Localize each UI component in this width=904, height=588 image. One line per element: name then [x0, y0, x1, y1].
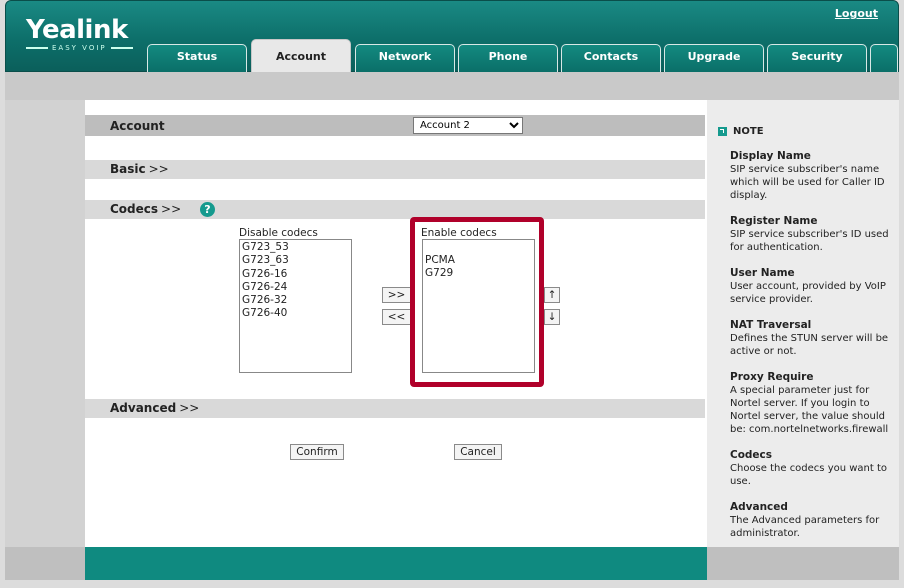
add-codec-button[interactable]: >> — [382, 287, 411, 303]
note-item: Display Name SIP service subscriber's nam… — [730, 150, 892, 202]
note-item-text: The Advanced parameters for administrato… — [730, 515, 880, 539]
note-panel: NOTE Display Name SIP service subscriber'… — [707, 100, 899, 547]
note-arrow-icon — [718, 127, 727, 136]
advanced-expand-arrow: >> — [179, 401, 200, 415]
basic-label: Basic — [110, 162, 146, 176]
confirm-button[interactable]: Confirm — [290, 444, 344, 460]
note-items: Display Name SIP service subscriber's nam… — [719, 150, 899, 540]
note-item-title: Register Name — [730, 215, 818, 227]
note-item-title: Display Name — [730, 150, 811, 162]
disabled-codec-item[interactable]: G726-32 — [242, 294, 349, 307]
enabled-codec-item[interactable]: PCMA — [425, 254, 532, 267]
note-item-text: SIP service subscriber's name which will… — [730, 164, 885, 201]
section-codecs[interactable]: Codecs >> — [85, 200, 705, 219]
note-item-title: NAT Traversal — [730, 319, 812, 331]
disabled-codec-item[interactable]: G726-40 — [242, 307, 349, 320]
disabled-codec-item[interactable]: G726-24 — [242, 281, 349, 294]
note-item: Proxy Require A special parameter just fo… — [730, 371, 892, 436]
cancel-button[interactable]: Cancel — [454, 444, 502, 460]
note-item: Advanced The Advanced parameters for admi… — [730, 501, 892, 540]
disabled-codec-item[interactable]: G723_63 — [242, 254, 349, 267]
footer-teal-strip — [85, 547, 707, 580]
tab-overflow-edge — [870, 44, 898, 73]
enabled-codec-item[interactable]: G729 — [425, 267, 532, 280]
tab-account[interactable]: Account — [251, 39, 351, 73]
account-label: Account — [110, 119, 165, 133]
tab-phone[interactable]: Phone — [458, 44, 558, 73]
disabled-codecs-list[interactable]: G723_53 G723_63 G726-16 G726-24 G726-32 G726-… — [239, 239, 352, 373]
left-gutter — [5, 100, 85, 547]
note-heading-text: NOTE — [733, 126, 764, 137]
tab-contacts[interactable]: Contacts — [561, 44, 661, 73]
disabled-codec-item[interactable]: G723_53 — [242, 241, 349, 254]
tab-upgrade[interactable]: Upgrade — [664, 44, 764, 73]
account-select[interactable]: Account 2 — [413, 117, 523, 134]
main-content: Account Account 2 Basic >> Codecs >> ? Dis… — [85, 100, 707, 547]
note-item: User Name User account, provided by VoIP … — [730, 267, 892, 306]
logout-link[interactable]: Logout — [835, 7, 878, 20]
basic-expand-arrow: >> — [148, 162, 169, 176]
note-heading: NOTE — [718, 126, 899, 137]
header-bar: Yealink EASY VOIP Logout Status Account … — [5, 0, 899, 73]
note-item: Register Name SIP service subscriber's ID… — [730, 215, 892, 254]
help-icon[interactable]: ? — [200, 202, 215, 217]
advanced-label: Advanced — [110, 401, 177, 415]
remove-codec-button[interactable]: << — [382, 309, 411, 325]
note-item: Codecs Choose the codecs you want to use. — [730, 449, 892, 488]
logo-text: Yealink — [26, 15, 128, 45]
note-item-title: Codecs — [730, 449, 773, 461]
note-item-title: User Name — [730, 267, 795, 279]
codecs-label: Codecs — [110, 202, 159, 216]
logo-subtitle: EASY VOIP — [26, 44, 146, 52]
note-item-text: User account, provided by VoIP service p… — [730, 281, 886, 305]
note-item-title: Proxy Require — [730, 371, 814, 383]
note-item-text: Choose the codecs you want to use. — [730, 463, 888, 487]
subheader-band — [5, 72, 899, 100]
disable-codecs-label: Disable codecs — [239, 227, 318, 239]
note-item: NAT Traversal Defines the STUN server wil… — [730, 319, 892, 358]
section-advanced[interactable]: Advanced >> — [85, 399, 705, 418]
note-item-text: SIP service subscriber's ID used for aut… — [730, 229, 889, 253]
note-item-text: A special parameter just for Nortel serv… — [730, 385, 889, 435]
yealink-logo: Yealink EASY VOIP — [26, 17, 146, 53]
note-item-title: Advanced — [730, 501, 788, 513]
disabled-codec-item[interactable]: G726-16 — [242, 268, 349, 281]
note-item-text: Defines the STUN server will be active o… — [730, 333, 889, 357]
enabled-codecs-list[interactable]: PCMA G729 — [422, 239, 535, 373]
move-up-button[interactable]: ↑ — [544, 287, 560, 303]
enabled-codec-item[interactable] — [425, 241, 532, 254]
codecs-expand-arrow: >> — [161, 202, 182, 216]
enable-codecs-label: Enable codecs — [421, 227, 497, 239]
move-down-button[interactable]: ↓ — [544, 309, 560, 325]
tab-security[interactable]: Security — [767, 44, 867, 73]
tab-status[interactable]: Status — [147, 44, 247, 73]
section-basic[interactable]: Basic >> — [85, 160, 705, 179]
tab-network[interactable]: Network — [355, 44, 455, 73]
section-account: Account — [85, 115, 705, 136]
